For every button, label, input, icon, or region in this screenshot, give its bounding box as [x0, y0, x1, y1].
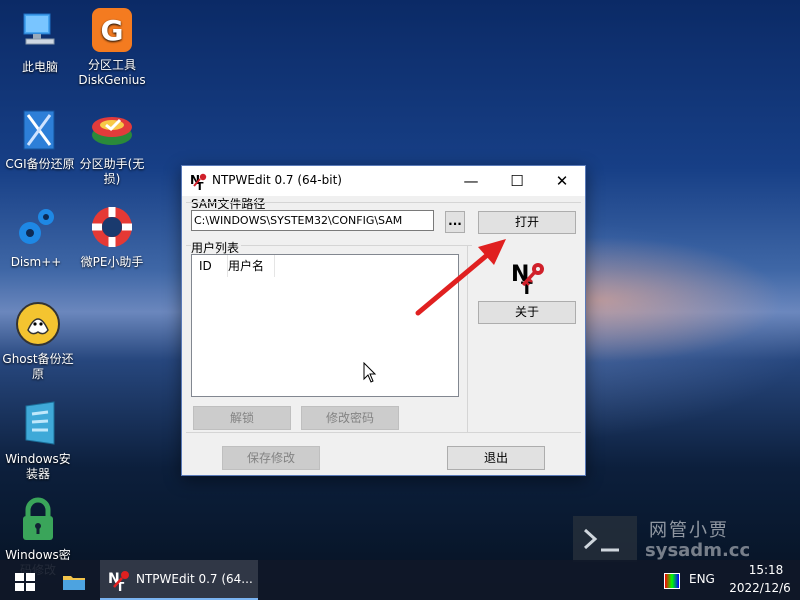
desktop-icon-ghost[interactable]: Ghost备份还 原 [0, 300, 78, 382]
start-button[interactable] [8, 566, 42, 596]
taskbar-app-label: NTPWEdit 0.7 (64... [136, 572, 253, 586]
title-bar[interactable]: NT NTPWEdit 0.7 (64-bit) — ☐ ✕ [182, 166, 585, 196]
terminal-icon [573, 516, 637, 562]
clock-date[interactable]: 2022/12/6 [726, 581, 794, 595]
desktop-icon-dism[interactable]: Dism++ [0, 203, 76, 270]
computer-icon [16, 8, 64, 56]
desktop-icon-label: 分区助手(无 损) [79, 157, 145, 186]
lifebuoy-icon [88, 203, 136, 251]
separator [186, 202, 581, 203]
svg-text:G: G [101, 14, 124, 47]
watermark-title: 网管小贾 [649, 520, 729, 541]
windows-installer-icon [14, 400, 62, 448]
ntpwedit-taskbar-icon: NT [108, 571, 129, 591]
clock-time[interactable]: 15:18 [740, 563, 792, 577]
column-header-username[interactable]: 用户名 [228, 255, 275, 277]
change-password-button[interactable]: 修改密码 [301, 406, 399, 430]
windows-logo-icon [15, 573, 35, 591]
close-button[interactable]: ✕ [539, 166, 585, 196]
folder-icon [63, 576, 85, 590]
lock-icon [14, 496, 62, 544]
desktop-icon-micro-pe[interactable]: 微PE小助手 [72, 203, 152, 270]
desktop-icon-partition-assistant[interactable]: 分区助手(无 损) [72, 105, 152, 187]
annotation-arrow [415, 239, 506, 316]
desktop-icon-cgi-backup[interactable]: CGI备份还原 [0, 105, 80, 172]
watermark-url: sysadm.cc [645, 540, 751, 561]
watermark: 网管小贾 sysadm.cc [573, 516, 751, 562]
desktop-icon-label: 此电脑 [21, 60, 58, 74]
desktop-icon-label: CGI备份还原 [5, 157, 75, 171]
desktop-icon-this-pc[interactable]: 此电脑 [0, 8, 80, 75]
file-explorer-button[interactable] [58, 566, 90, 596]
separator [186, 432, 581, 433]
minimize-button[interactable]: — [448, 166, 494, 196]
taskbar-app-ntpwedit[interactable]: NT NTPWEdit 0.7 (64... [100, 560, 258, 600]
cgi-backup-icon [16, 105, 64, 153]
partition-assistant-icon [88, 105, 136, 153]
unlock-button[interactable]: 解锁 [193, 406, 291, 430]
ntpwedit-window: NT NTPWEdit 0.7 (64-bit) — ☐ ✕ SAM文件路径 C… [181, 165, 586, 476]
save-changes-button[interactable]: 保存修改 [222, 446, 320, 470]
desktop-icon-label: Dism++ [10, 255, 62, 269]
mouse-cursor [363, 362, 377, 383]
desktop-icon-diskgenius[interactable]: G 分区工具 DiskGenius [72, 6, 152, 88]
desktop-icon-label: 微PE小助手 [80, 255, 144, 269]
exit-button[interactable]: 退出 [447, 446, 545, 470]
maximize-button[interactable]: ☐ [494, 166, 540, 196]
ntpwedit-app-icon: NT [190, 172, 208, 193]
sam-path-input[interactable]: C:\WINDOWS\SYSTEM32\CONFIG\SAM [191, 210, 434, 231]
diskgenius-icon: G [88, 6, 136, 54]
desktop-icon-label: Ghost备份还 原 [2, 352, 74, 381]
column-header-id[interactable]: ID [192, 255, 228, 277]
color-icon[interactable] [664, 573, 680, 589]
language-indicator[interactable]: ENG [689, 572, 715, 586]
ghost-icon [14, 300, 62, 348]
desktop-icon-label: Windows安 装器 [5, 452, 71, 481]
desktop-icon-windows-installer[interactable]: Windows安 装器 [0, 400, 78, 482]
window-title: NTPWEdit 0.7 (64-bit) [212, 173, 342, 187]
gears-icon [12, 203, 60, 251]
taskbar: NT NTPWEdit 0.7 (64... ENG 15:18 2022/12… [0, 560, 800, 600]
desktop-icon-label: 分区工具 DiskGenius [78, 58, 146, 87]
